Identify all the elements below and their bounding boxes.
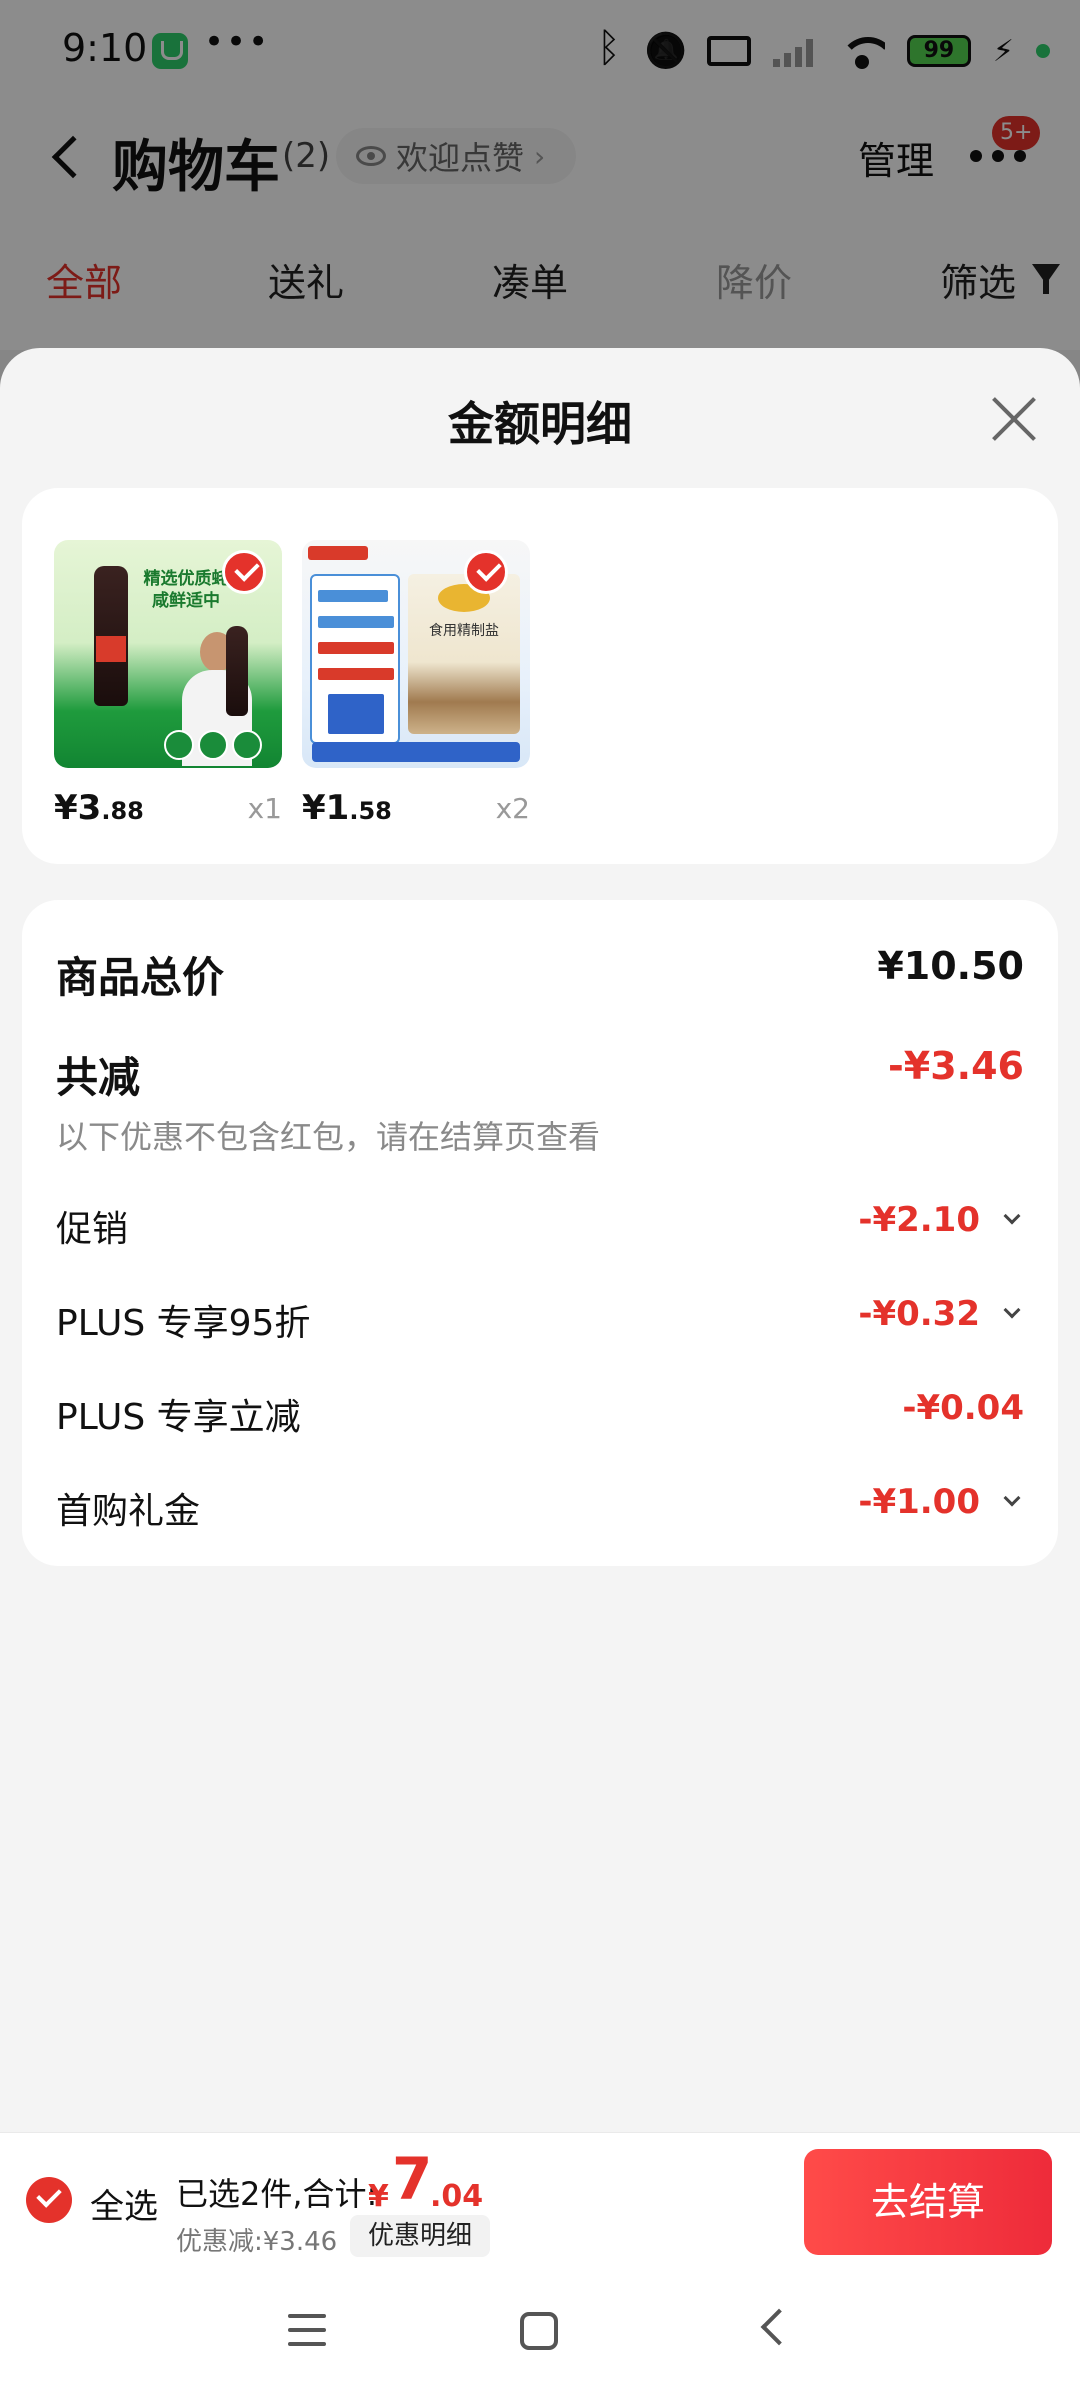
sheet-title: 金额明细 [448, 397, 632, 451]
amount-detail-sheet: 金额明细 精选优质蚝 咸鲜适中 ¥3.88 x1 食用精制盐 ¥1.58 x2 … [0, 348, 1080, 2132]
price-integer: ¥1 [302, 788, 350, 828]
plus-discount-value: -¥0.32 [858, 1294, 980, 1334]
discount-amount-text: 优惠减:¥3.46 [176, 2227, 338, 2257]
summary-row-total: 商品总价 ¥10.50 [56, 944, 1024, 1004]
chevron-down-icon[interactable] [1003, 1301, 1021, 1319]
price-decimal: .58 [349, 797, 392, 825]
reduction-value: -¥3.46 [888, 1044, 1024, 1088]
plus-reduction-value: -¥0.04 [902, 1388, 1024, 1428]
discount-detail-button[interactable]: 优惠明细 [350, 2215, 490, 2257]
first-purchase-label: 首购礼金 [56, 1491, 201, 1532]
salt-box-image [310, 574, 400, 744]
bottle-icon [94, 566, 128, 706]
total-decimal: .04 [430, 2179, 484, 2214]
feature-badges [164, 730, 262, 760]
discount-note: 以下优惠不包含红包，请在结算页查看 [56, 1118, 601, 1156]
price-integer: ¥3 [54, 788, 102, 828]
product-quantity: x1 [247, 792, 282, 825]
product-image-headline: 食用精制盐 [429, 623, 499, 639]
back-nav-icon[interactable] [760, 2308, 798, 2346]
summary-row-first-purchase[interactable]: 首购礼金 -¥1.00 [56, 1482, 1024, 1532]
plus-reduction-label: PLUS 专享立减 [56, 1397, 301, 1438]
selected-count-text: 已选2件,合计: [176, 2175, 378, 2213]
checkout-bar: 全选 已选2件,合计: ¥ 7 .04 优惠减:¥3.46 优惠明细 去结算 [0, 2132, 1080, 2268]
product-item[interactable]: 精选优质蚝 咸鲜适中 ¥3.88 x1 [54, 540, 282, 840]
summary-row-promotion[interactable]: 促销 -¥2.10 [56, 1200, 1024, 1250]
promotion-value: -¥2.10 [858, 1200, 980, 1240]
summary-row-plus-discount[interactable]: PLUS 专享95折 -¥0.32 [56, 1294, 1024, 1344]
menu-icon[interactable] [288, 2314, 326, 2346]
total-price-label: 商品总价 [56, 953, 225, 1002]
home-icon[interactable] [520, 2312, 558, 2350]
product-price: ¥3.88 [54, 788, 144, 828]
checkout-button[interactable]: 去结算 [804, 2149, 1052, 2255]
first-purchase-value: -¥1.00 [858, 1482, 980, 1522]
chevron-down-icon[interactable] [1003, 1489, 1021, 1507]
reduction-label: 共减 [56, 1053, 141, 1102]
total-integer: 7 [392, 2145, 433, 2213]
selected-products-card: 精选优质蚝 咸鲜适中 ¥3.88 x1 食用精制盐 ¥1.58 x2 [22, 488, 1058, 864]
plus-discount-label: PLUS 专享95折 [56, 1303, 311, 1344]
close-icon[interactable] [988, 392, 1040, 444]
product-price: ¥1.58 [302, 788, 392, 828]
selected-check-icon[interactable] [464, 550, 508, 594]
salt-bag-image: 食用精制盐 [408, 574, 520, 734]
product-image-headline: 精选优质蚝 咸鲜适中 [143, 569, 229, 611]
total-currency: ¥ [368, 2179, 389, 2214]
total-price-value: ¥10.50 [877, 944, 1024, 988]
select-all-label[interactable]: 全选 [90, 2179, 158, 2228]
selected-check-icon[interactable] [222, 550, 266, 594]
system-navigation-bar [0, 2268, 1080, 2400]
product-item[interactable]: 食用精制盐 ¥1.58 x2 [302, 540, 530, 840]
promotion-label: 促销 [56, 1209, 129, 1250]
bottle-icon [226, 626, 248, 716]
summary-row-plus-reduction: PLUS 专享立减 -¥0.04 [56, 1388, 1024, 1438]
chevron-down-icon[interactable] [1003, 1207, 1021, 1225]
price-summary-card: 商品总价 ¥10.50 共减 -¥3.46 以下优惠不包含红包，请在结算页查看 … [22, 900, 1058, 1566]
brand-logo [308, 546, 368, 560]
select-all-checkbox[interactable] [26, 2177, 72, 2223]
product-quantity: x2 [495, 792, 530, 825]
summary-row-reduction: 共减 -¥3.46 [56, 1044, 1024, 1104]
product-image-footer [312, 742, 520, 762]
price-decimal: .88 [101, 797, 144, 825]
